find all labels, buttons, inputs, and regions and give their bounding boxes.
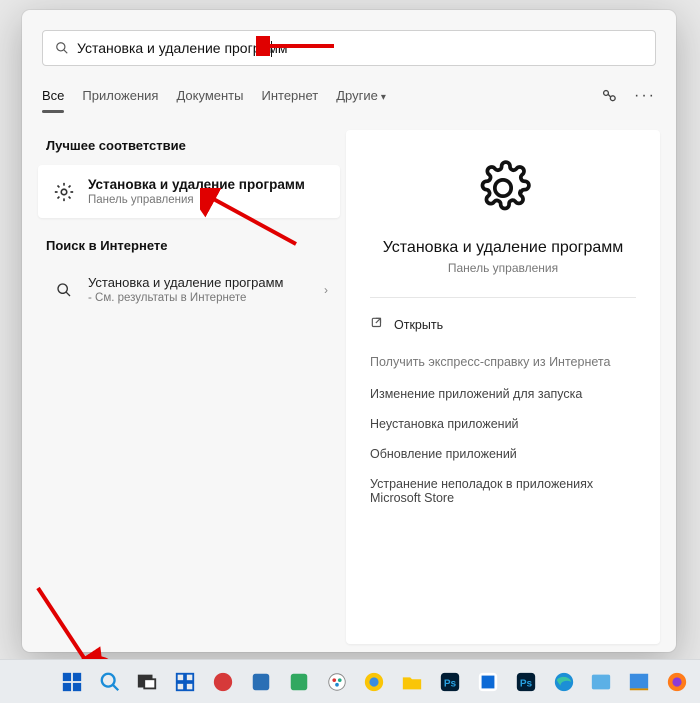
taskbar-taskview-button[interactable] [135, 668, 161, 696]
taskbar-app-icon[interactable] [210, 668, 236, 696]
taskbar-start-button[interactable] [59, 668, 85, 696]
taskbar-firefox-icon[interactable] [664, 668, 690, 696]
gear-icon [475, 160, 531, 221]
more-icon[interactable]: ··· [634, 87, 656, 105]
search-box[interactable] [42, 30, 656, 66]
results-column: Лучшее соответствие Установка и удаление… [30, 130, 340, 644]
tab-all[interactable]: Все [42, 82, 64, 109]
search-icon [55, 41, 69, 55]
help-link[interactable]: Обновление приложений [370, 439, 636, 469]
taskbar-app-icon[interactable] [324, 668, 350, 696]
help-link[interactable]: Изменение приложений для запуска [370, 379, 636, 409]
result-title: Установка и удаление программ [88, 177, 328, 192]
details-subtitle: Панель управления [370, 261, 636, 275]
taskbar-app-icon[interactable] [475, 668, 501, 696]
taskbar: Ps Ps [0, 659, 700, 703]
tab-internet[interactable]: Интернет [261, 82, 318, 109]
taskbar-app-icon[interactable]: Ps [513, 668, 539, 696]
taskbar-search-button[interactable] [97, 668, 123, 696]
details-column: Установка и удаление программ Панель упр… [346, 130, 660, 644]
taskbar-app-icon[interactable] [399, 668, 425, 696]
chevron-down-icon: ▾ [381, 92, 386, 103]
open-label: Открыть [394, 318, 443, 332]
divider [370, 297, 636, 298]
details-title: Установка и удаление программ [370, 239, 636, 257]
taskbar-app-icon[interactable] [286, 668, 312, 696]
svg-text:Ps: Ps [444, 678, 457, 689]
tab-apps[interactable]: Приложения [82, 82, 158, 109]
search-input[interactable] [77, 40, 643, 56]
help-header: Получить экспресс-справку из Интернета [370, 355, 636, 369]
search-icon [50, 276, 78, 304]
search-row [22, 10, 676, 76]
help-link[interactable]: Неустановка приложений [370, 409, 636, 439]
open-action[interactable]: Открыть [370, 314, 636, 335]
tab-documents[interactable]: Документы [176, 82, 243, 109]
taskbar-app-icon[interactable]: Ps [437, 668, 463, 696]
start-search-panel: Все Приложения Документы Интернет Другие… [22, 10, 676, 652]
taskbar-app-icon[interactable] [626, 668, 652, 696]
web-search-header: Поиск в Интернете [38, 230, 340, 263]
best-match-header: Лучшее соответствие [38, 130, 340, 163]
taskbar-widgets-button[interactable] [172, 668, 198, 696]
filter-icon[interactable] [600, 87, 618, 105]
taskbar-app-icon[interactable] [248, 668, 274, 696]
tab-more[interactable]: Другие▾ [336, 82, 386, 109]
text-caret [271, 41, 272, 57]
result-subtitle: Панель управления [88, 194, 328, 206]
taskbar-app-icon[interactable] [589, 668, 615, 696]
web-result-subtitle: - См. результаты в Интернете [88, 292, 314, 304]
svg-text:Ps: Ps [520, 678, 533, 689]
taskbar-app-icon[interactable] [362, 668, 388, 696]
help-link[interactable]: Устранение неполадок в приложениях Micro… [370, 469, 636, 513]
web-result-item[interactable]: Установка и удаление программ - См. резу… [38, 265, 340, 314]
gear-icon [50, 178, 78, 206]
web-result-title: Установка и удаление программ [88, 275, 314, 290]
best-match-result[interactable]: Установка и удаление программ Панель упр… [38, 165, 340, 218]
panel-body: Лучшее соответствие Установка и удаление… [22, 116, 676, 652]
search-tabs: Все Приложения Документы Интернет Другие… [22, 76, 676, 116]
chevron-right-icon: › [324, 283, 328, 297]
taskbar-edge-icon[interactable] [551, 668, 577, 696]
open-icon [370, 316, 384, 333]
